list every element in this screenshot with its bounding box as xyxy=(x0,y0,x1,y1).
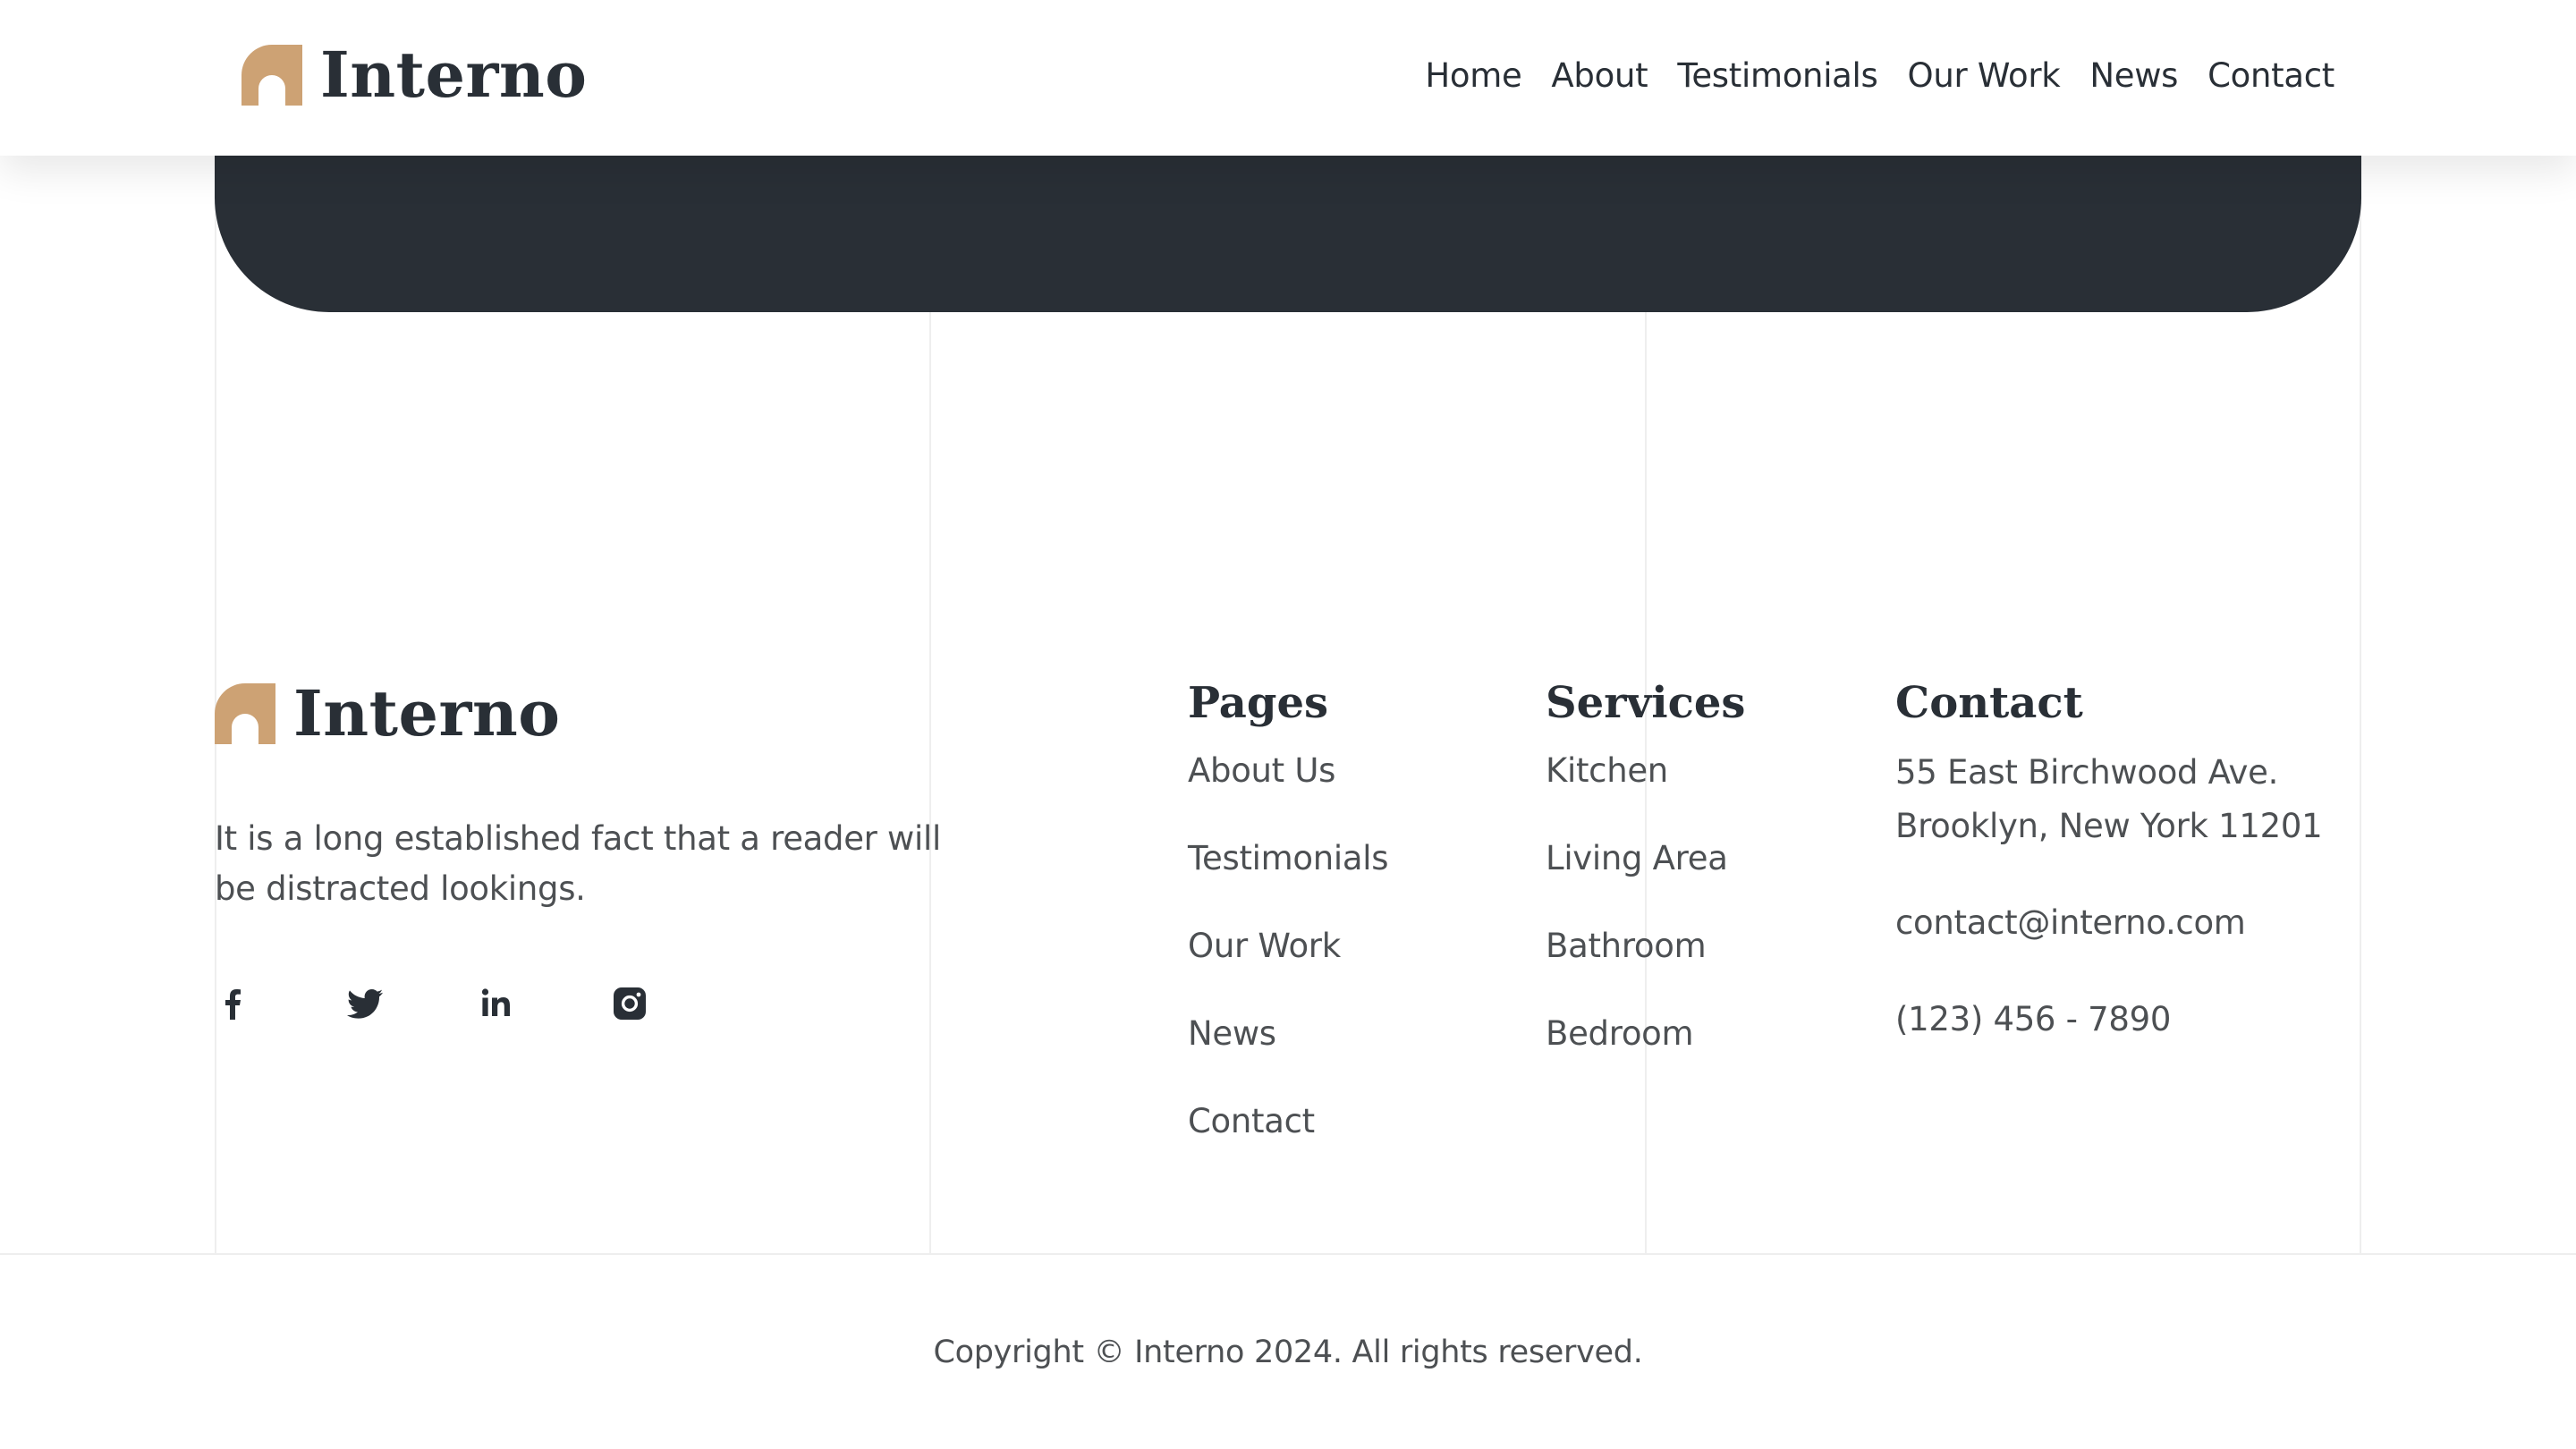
nav-about[interactable]: About xyxy=(1551,52,1648,100)
footer-services-column: Services Kitchen Living Area Bathroom Be… xyxy=(1546,676,1745,1097)
nav-home[interactable]: Home xyxy=(1425,52,1521,100)
site-header: Interno Home About Testimonials Our Work… xyxy=(0,0,2576,156)
copyright-text: Copyright © Interno 2024. All rights res… xyxy=(933,1335,1643,1370)
services-heading: Services xyxy=(1546,678,1746,728)
footer-contact-column: Contact 55 East Birchwood Ave. Brooklyn,… xyxy=(1895,676,2323,1046)
footer-link-kitchen[interactable]: Kitchen xyxy=(1546,746,1745,796)
linkedin-icon[interactable] xyxy=(476,982,519,1025)
footer-link-contact[interactable]: Contact xyxy=(1188,1097,1388,1147)
contact-email[interactable]: contact@interno.com xyxy=(1895,896,2322,950)
instagram-icon[interactable] xyxy=(608,982,651,1025)
header-logo-text: Interno xyxy=(320,38,588,112)
footer-link-bathroom[interactable]: Bathroom xyxy=(1546,921,1745,971)
footer-link-about-us[interactable]: About Us xyxy=(1188,746,1388,796)
footer-link-living-area[interactable]: Living Area xyxy=(1546,834,1745,884)
footer-link-news[interactable]: News xyxy=(1188,1009,1388,1059)
header-logo[interactable]: Interno xyxy=(242,39,587,111)
facebook-icon[interactable] xyxy=(211,982,254,1025)
nav-testimonials[interactable]: Testimonials xyxy=(1677,52,1877,100)
logo-arch-icon xyxy=(215,683,275,744)
footer-logo-text: Interno xyxy=(293,676,561,750)
twitter-icon[interactable] xyxy=(343,982,386,1025)
contact-phone[interactable]: (123) 456 - 7890 xyxy=(1895,993,2322,1046)
nav-contact[interactable]: Contact xyxy=(2207,52,2334,100)
address-line-1: 55 East Birchwood Ave. xyxy=(1895,753,2279,792)
footer-link-our-work[interactable]: Our Work xyxy=(1188,921,1388,971)
contact-heading: Contact xyxy=(1895,678,2083,728)
nav-news[interactable]: News xyxy=(2089,52,2178,100)
nav-our-work[interactable]: Our Work xyxy=(1908,52,2061,100)
footer-logo[interactable]: Interno xyxy=(215,678,560,750)
footer-link-testimonials[interactable]: Testimonials xyxy=(1188,834,1388,884)
logo-arch-icon xyxy=(242,45,302,106)
footer-link-bedroom[interactable]: Bedroom xyxy=(1546,1009,1745,1059)
main-nav: Home About Testimonials Our Work News Co… xyxy=(1425,52,2334,100)
footer-description: It is a long established fact that a rea… xyxy=(215,819,941,908)
footer-pages-column: Pages About Us Testimonials Our Work New… xyxy=(1188,676,1388,1184)
footer-divider xyxy=(0,1253,2576,1255)
address-line-2: Brooklyn, New York 11201 xyxy=(1895,807,2323,845)
pages-heading: Pages xyxy=(1188,678,1329,728)
